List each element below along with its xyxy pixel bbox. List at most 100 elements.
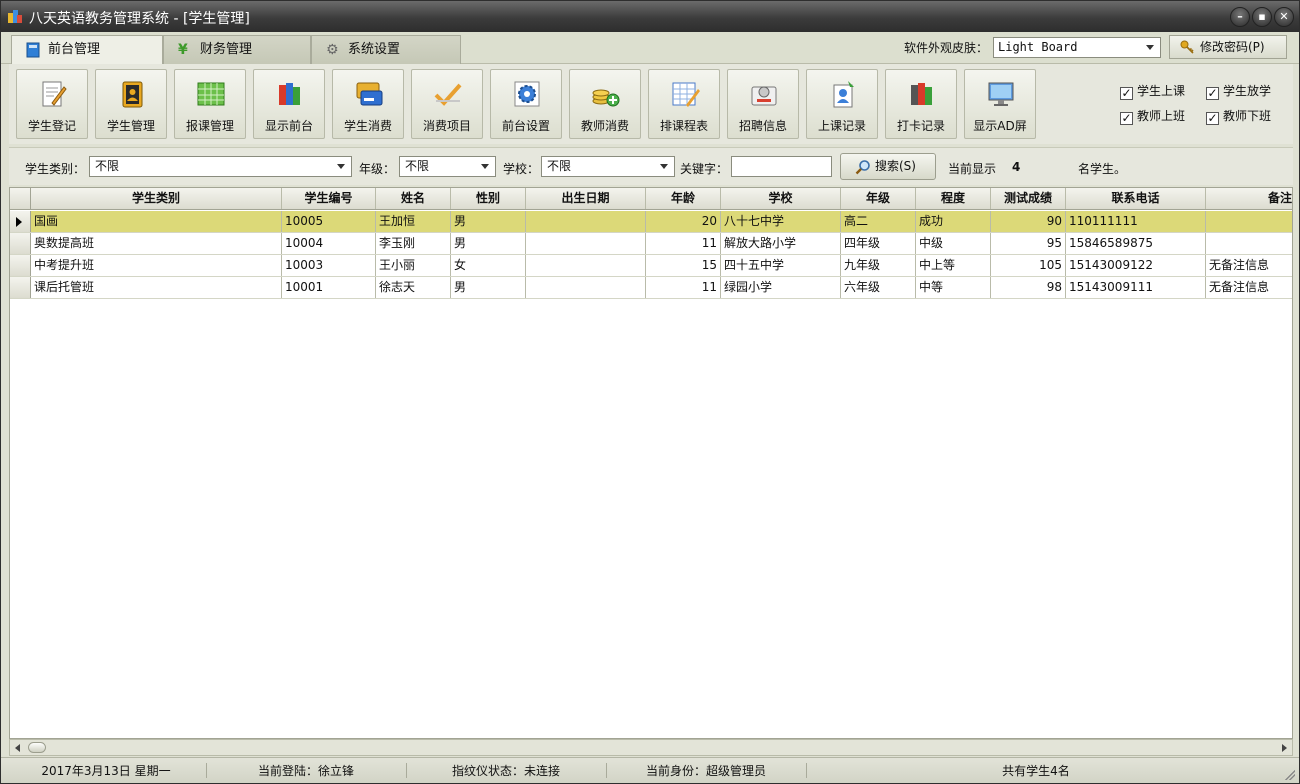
tool-class-record[interactable]: 上课记录	[806, 69, 878, 139]
cell-notes[interactable]: 无备注信息	[1206, 255, 1292, 276]
row-header[interactable]	[10, 233, 31, 254]
column-header[interactable]: 学校	[721, 188, 841, 209]
cell-gender[interactable]: 男	[451, 277, 526, 298]
column-header[interactable]: 姓名	[376, 188, 451, 209]
cell-school[interactable]: 四十五中学	[721, 255, 841, 276]
tool-student-manage[interactable]: 学生管理	[95, 69, 167, 139]
close-button[interactable]: ✕	[1274, 7, 1294, 27]
cell-level[interactable]: 中上等	[916, 255, 991, 276]
check-teacher-leave[interactable]: ✓ 教师下班	[1206, 107, 1271, 125]
cell-age[interactable]: 11	[646, 277, 721, 298]
cell-name[interactable]: 王加恒	[376, 211, 451, 232]
title-bar[interactable]: 八天英语教务管理系统 - [学生管理] – ▪ ✕	[1, 1, 1299, 32]
tab-front-desk[interactable]: 前台管理	[11, 35, 163, 65]
minimize-button[interactable]: –	[1230, 7, 1250, 27]
cell-test-score[interactable]: 98	[991, 277, 1066, 298]
cell-phone[interactable]: 15143009122	[1066, 255, 1206, 276]
cell-name[interactable]: 王小丽	[376, 255, 451, 276]
column-header[interactable]: 性别	[451, 188, 526, 209]
tool-consume-items[interactable]: 消费项目	[411, 69, 483, 139]
cell-level[interactable]: 成功	[916, 211, 991, 232]
column-header[interactable]: 学生编号	[282, 188, 376, 209]
cell-student-id[interactable]: 10001	[282, 277, 376, 298]
cell-student-id[interactable]: 10004	[282, 233, 376, 254]
check-teacher-arrive[interactable]: ✓ 教师上班	[1120, 107, 1185, 125]
search-button[interactable]: 搜索(S)	[840, 153, 936, 180]
cell-school[interactable]: 绿园小学	[721, 277, 841, 298]
cell-level[interactable]: 中级	[916, 233, 991, 254]
column-header[interactable]: 出生日期	[526, 188, 646, 209]
cell-notes[interactable]: 无备注信息	[1206, 277, 1292, 298]
tool-course-enroll[interactable]: 报课管理	[174, 69, 246, 139]
scroll-right-icon[interactable]	[1282, 744, 1287, 752]
cell-gender[interactable]: 男	[451, 233, 526, 254]
cell-grade[interactable]: 四年级	[841, 233, 916, 254]
horizontal-scrollbar[interactable]	[9, 739, 1293, 756]
scroll-thumb[interactable]	[28, 742, 46, 753]
cell-grade[interactable]: 六年级	[841, 277, 916, 298]
check-student-leave[interactable]: ✓ 学生放学	[1206, 82, 1271, 100]
column-header[interactable]: 年龄	[646, 188, 721, 209]
cell-test-score[interactable]: 95	[991, 233, 1066, 254]
maximize-button[interactable]: ▪	[1252, 7, 1272, 27]
column-header[interactable]: 学生类别	[31, 188, 282, 209]
column-header[interactable]: 程度	[916, 188, 991, 209]
cell-level[interactable]: 中等	[916, 277, 991, 298]
cell-notes[interactable]	[1206, 233, 1292, 254]
cell-phone[interactable]: 15143009111	[1066, 277, 1206, 298]
cell-test-score[interactable]: 90	[991, 211, 1066, 232]
cell-category[interactable]: 奥数提高班	[31, 233, 282, 254]
tool-show-front[interactable]: 显示前台	[253, 69, 325, 139]
column-header[interactable]: 备注	[1206, 188, 1292, 209]
table-row[interactable]: 课后托管班 10001 徐志天 男 11 绿园小学 六年级 中等 98 1514…	[10, 277, 1292, 299]
cell-notes[interactable]	[1206, 211, 1292, 232]
table-row[interactable]: 国画 10005 王加恒 男 20 八十七中学 高二 成功 90 1101111…	[10, 211, 1292, 233]
cell-school[interactable]: 八十七中学	[721, 211, 841, 232]
cell-birthdate[interactable]	[526, 277, 646, 298]
skin-select[interactable]: Light Board	[993, 37, 1161, 58]
keyword-input[interactable]	[731, 156, 832, 177]
cell-gender[interactable]: 男	[451, 211, 526, 232]
cell-category[interactable]: 课后托管班	[31, 277, 282, 298]
row-header[interactable]	[10, 211, 31, 232]
cell-category[interactable]: 中考提升班	[31, 255, 282, 276]
row-header[interactable]	[10, 255, 31, 276]
tool-clock-in-record[interactable]: 打卡记录	[885, 69, 957, 139]
cell-grade[interactable]: 九年级	[841, 255, 916, 276]
school-select[interactable]: 不限	[541, 156, 675, 177]
table-row[interactable]: 奥数提高班 10004 李玉刚 男 11 解放大路小学 四年级 中级 95 15…	[10, 233, 1292, 255]
cell-birthdate[interactable]	[526, 211, 646, 232]
column-header[interactable]: 联系电话	[1066, 188, 1206, 209]
cell-age[interactable]: 15	[646, 255, 721, 276]
cell-name[interactable]: 徐志天	[376, 277, 451, 298]
cell-age[interactable]: 11	[646, 233, 721, 254]
check-student-arrive[interactable]: ✓ 学生上课	[1120, 82, 1185, 100]
tool-student-consume[interactable]: 学生消费	[332, 69, 404, 139]
cell-grade[interactable]: 高二	[841, 211, 916, 232]
cell-category[interactable]: 国画	[31, 211, 282, 232]
table-row[interactable]: 中考提升班 10003 王小丽 女 15 四十五中学 九年级 中上等 105 1…	[10, 255, 1292, 277]
column-header[interactable]: 年级	[841, 188, 916, 209]
resize-grip-icon[interactable]	[1285, 770, 1295, 780]
tool-show-ad-screen[interactable]: 显示AD屏	[964, 69, 1036, 139]
tool-student-register[interactable]: 学生登记	[16, 69, 88, 139]
cell-phone[interactable]: 15846589875	[1066, 233, 1206, 254]
cell-phone[interactable]: 110111111	[1066, 211, 1206, 232]
cell-student-id[interactable]: 10005	[282, 211, 376, 232]
cell-school[interactable]: 解放大路小学	[721, 233, 841, 254]
cell-birthdate[interactable]	[526, 233, 646, 254]
tool-front-settings[interactable]: 前台设置	[490, 69, 562, 139]
tool-recruit[interactable]: 招聘信息	[727, 69, 799, 139]
cell-name[interactable]: 李玉刚	[376, 233, 451, 254]
tool-schedule[interactable]: 排课程表	[648, 69, 720, 139]
category-select[interactable]: 不限	[89, 156, 352, 177]
grade-select[interactable]: 不限	[399, 156, 496, 177]
cell-test-score[interactable]: 105	[991, 255, 1066, 276]
change-password-button[interactable]: 修改密码(P)	[1169, 35, 1287, 59]
cell-age[interactable]: 20	[646, 211, 721, 232]
cell-gender[interactable]: 女	[451, 255, 526, 276]
scroll-left-icon[interactable]	[15, 744, 20, 752]
column-header[interactable]: 测试成绩	[991, 188, 1066, 209]
tab-finance[interactable]: ¥ 财务管理	[163, 35, 311, 64]
tool-teacher-consume[interactable]: 教师消费	[569, 69, 641, 139]
